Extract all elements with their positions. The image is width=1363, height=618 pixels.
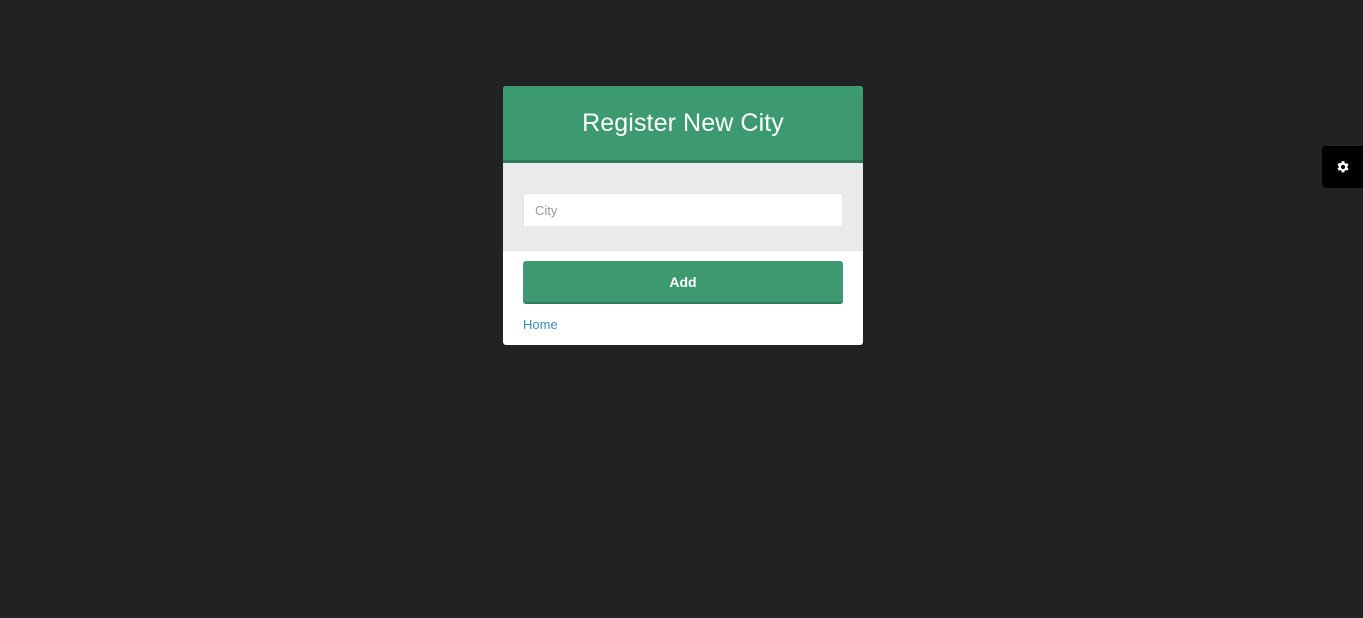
add-button[interactable]: Add	[523, 261, 843, 304]
card-body	[503, 163, 863, 251]
card-header: Register New City	[503, 86, 863, 163]
card-footer: Add Home	[503, 251, 863, 334]
register-city-card: Register New City Add Home	[503, 86, 863, 345]
gear-icon	[1336, 160, 1350, 174]
page-title: Register New City	[582, 108, 784, 137]
city-input[interactable]	[523, 193, 843, 227]
settings-toggle-button[interactable]	[1322, 146, 1363, 188]
home-link[interactable]: Home	[523, 317, 558, 332]
